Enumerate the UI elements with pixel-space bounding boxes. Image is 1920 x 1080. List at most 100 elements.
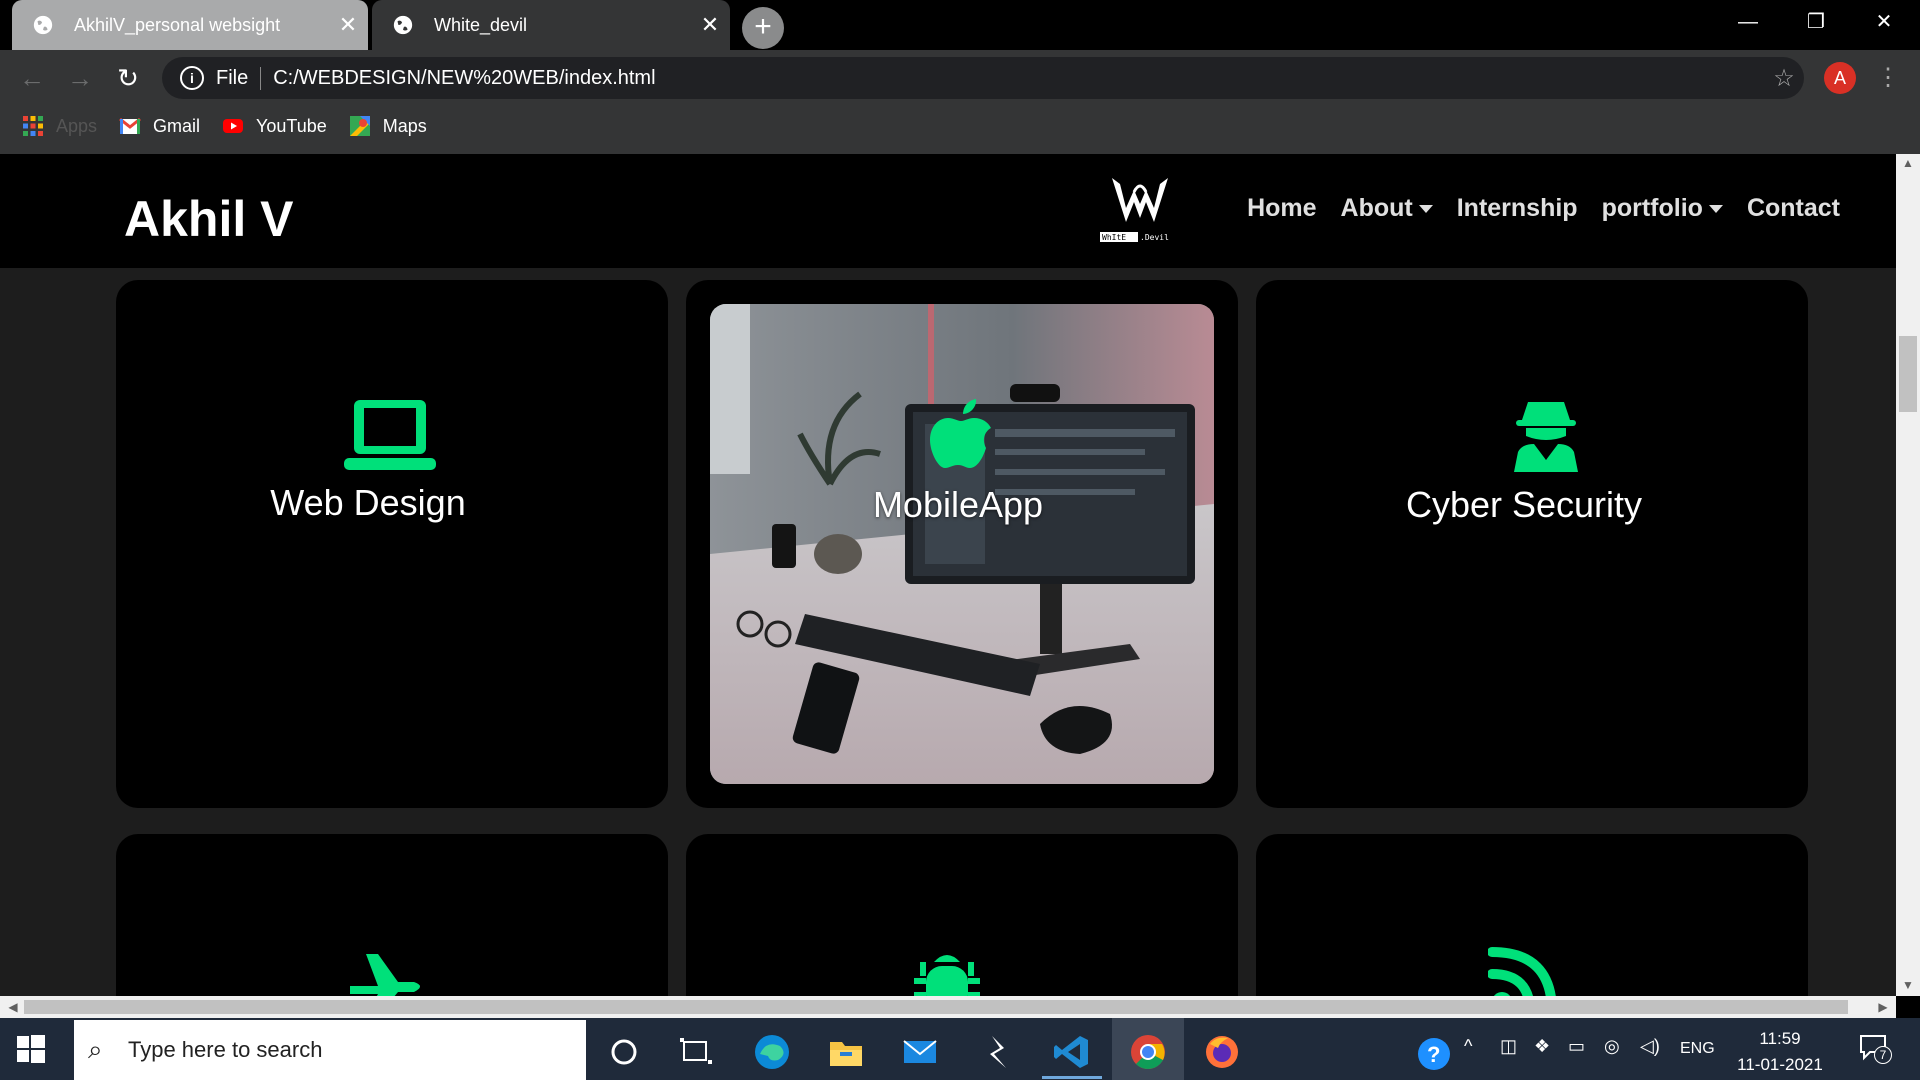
site-brand[interactable]: Akhil V (124, 190, 293, 248)
scroll-left-arrow-icon[interactable]: ◀ (2, 1000, 24, 1014)
minimize-button[interactable]: — (1714, 0, 1782, 44)
running-indicator (1042, 1076, 1102, 1079)
bookmark-label: Gmail (153, 115, 201, 136)
nav-internship[interactable]: Internship (1457, 194, 1578, 223)
youtube-icon (223, 119, 244, 133)
info-icon[interactable]: i (180, 66, 204, 90)
scroll-down-arrow-icon[interactable]: ▼ (1897, 978, 1919, 992)
service-card-mobile-app[interactable]: MobileApp (686, 280, 1238, 808)
service-title: Web Design (270, 482, 466, 523)
bookmark-label: YouTube (256, 115, 327, 136)
apps-grid-icon (23, 116, 43, 136)
service-title: MobileApp (872, 484, 1044, 525)
page-viewport: Akhil V WhItE .Devil Home About Internsh… (0, 154, 1896, 996)
site-header: Akhil V WhItE .Devil Home About Internsh… (0, 154, 1896, 268)
edge-icon[interactable] (752, 1032, 792, 1072)
sublime-text-icon[interactable] (978, 1032, 1018, 1072)
language-indicator[interactable]: ENG (1680, 1040, 1715, 1058)
windows-start-icon[interactable] (16, 1034, 46, 1064)
search-placeholder: Type here to search (128, 1037, 323, 1062)
horizontal-scroll-thumb[interactable] (24, 1000, 1848, 1014)
apple-icon (930, 399, 991, 468)
reload-icon[interactable]: ↻ (110, 62, 146, 94)
bookmark-label: Apps (56, 115, 98, 136)
new-tab-button[interactable]: + (742, 7, 784, 49)
address-bar[interactable]: i File C:/WEBDESIGN/NEW%20WEB/index.html… (162, 57, 1804, 99)
rss-icon (1488, 947, 1556, 996)
tab-title: White_devil (434, 14, 528, 35)
browser-menu-icon[interactable]: ⋮ (1876, 62, 1900, 94)
service-card-6[interactable] (1256, 834, 1808, 996)
scroll-right-arrow-icon[interactable]: ▶ (1872, 1000, 1894, 1014)
taskbar-search-box[interactable]: ⌕ Type here to search (74, 1020, 586, 1080)
back-arrow-icon[interactable]: ← (14, 62, 50, 94)
show-hidden-icons-icon[interactable]: ^ (1464, 1036, 1472, 1057)
user-secret-icon (1514, 402, 1578, 472)
bookmark-apps[interactable]: Apps (22, 115, 97, 137)
nav-home[interactable]: Home (1247, 194, 1316, 223)
scroll-up-arrow-icon[interactable]: ▲ (1897, 156, 1919, 170)
svg-text:?: ? (1427, 1042, 1440, 1067)
firefox-icon[interactable] (1202, 1032, 1242, 1072)
forward-arrow-icon[interactable]: → (62, 62, 98, 94)
main-nav: Home About Internship portfolio Contact (1247, 194, 1840, 223)
bookmark-gmail[interactable]: Gmail (119, 115, 200, 137)
nav-portfolio-label: portfolio (1601, 194, 1703, 222)
vertical-scroll-thumb[interactable] (1899, 336, 1917, 412)
bookmark-maps[interactable]: Maps (349, 115, 427, 137)
maps-icon (349, 116, 370, 136)
nav-about-label: About (1340, 194, 1413, 222)
clock-date: 11-01-2021 (1737, 1055, 1823, 1074)
file-explorer-icon[interactable] (826, 1032, 866, 1072)
bookmark-star-icon[interactable]: ☆ (1764, 64, 1804, 93)
service-card-cyber-security[interactable]: Cyber Security (1256, 280, 1808, 808)
battery-icon[interactable]: ▭ (1568, 1036, 1585, 1057)
globe-icon (33, 15, 53, 35)
tab-close-icon[interactable]: ✕ (690, 12, 730, 38)
chrome-icon[interactable] (1128, 1032, 1168, 1072)
volume-icon[interactable]: ◁) (1640, 1036, 1660, 1057)
nav-contact[interactable]: Contact (1747, 194, 1840, 223)
svg-text:.Devil: .Devil (1140, 233, 1169, 242)
service-title: Cyber Security (1405, 484, 1643, 525)
desk-monitor-photo (710, 304, 1214, 784)
taskbar-clock[interactable]: 11:59 11-01-2021 (1730, 1026, 1830, 1078)
browser-tab[interactable]: AkhilV_personal websight ✕ (12, 0, 368, 50)
gmail-icon (119, 117, 141, 134)
close-window-button[interactable]: ✕ (1850, 0, 1918, 44)
profile-avatar[interactable]: A (1824, 62, 1856, 94)
nav-portfolio[interactable]: portfolio (1602, 194, 1723, 223)
plane-icon (350, 954, 420, 996)
browser-tab-active[interactable]: White_devil ✕ (372, 0, 730, 50)
meet-now-icon[interactable]: ◫ (1500, 1036, 1517, 1057)
laptop-icon (344, 400, 436, 470)
svg-text:WhItE: WhItE (1102, 233, 1126, 242)
bookmarks-bar: Apps Gmail YouTube Maps (0, 110, 1920, 142)
service-card-5[interactable] (686, 834, 1238, 996)
white-devil-logo[interactable]: WhItE .Devil (1098, 172, 1182, 244)
search-icon: ⌕ (88, 1034, 103, 1064)
cortana-icon[interactable] (604, 1032, 644, 1072)
restore-button[interactable]: ❐ (1782, 0, 1850, 44)
globe-icon (393, 15, 413, 35)
network-globe-icon[interactable]: ◎ (1604, 1036, 1620, 1057)
vertical-scrollbar[interactable] (1896, 154, 1920, 996)
dropbox-icon[interactable]: ❖ (1534, 1036, 1550, 1057)
task-view-icon[interactable] (676, 1032, 716, 1072)
caret-down-icon (1418, 205, 1433, 214)
service-card-4[interactable] (116, 834, 668, 996)
nav-about[interactable]: About (1341, 194, 1433, 223)
bookmark-youtube[interactable]: YouTube (222, 115, 327, 137)
mail-icon[interactable] (900, 1032, 940, 1072)
tab-title: AkhilV_personal websight (74, 14, 281, 35)
bug-icon (914, 955, 980, 996)
scheme-label: File (216, 66, 262, 90)
vscode-icon[interactable] (1052, 1032, 1092, 1072)
caret-down-icon (1708, 205, 1723, 214)
service-card-web-design[interactable]: Web Design (116, 280, 668, 808)
notifications-icon[interactable]: 7 (1858, 1032, 1892, 1067)
help-icon[interactable]: ? (1414, 1034, 1454, 1074)
tab-close-icon[interactable]: ✕ (328, 12, 368, 38)
url-text[interactable]: C:/WEBDESIGN/NEW%20WEB/index.html (273, 67, 1764, 90)
bookmark-label: Maps (382, 115, 427, 136)
